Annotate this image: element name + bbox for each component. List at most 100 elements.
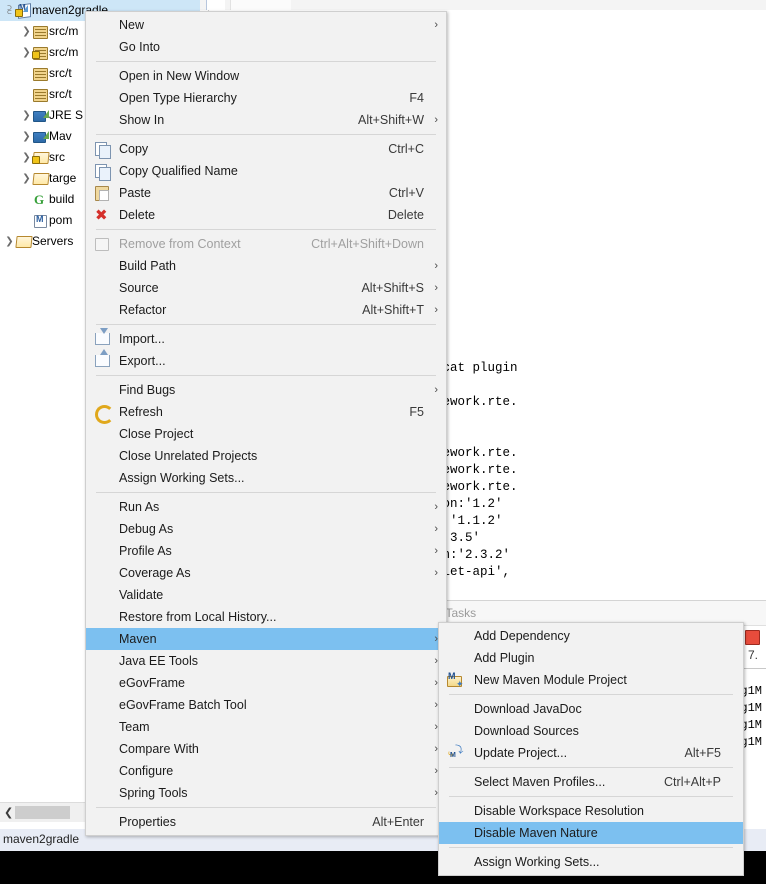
context-menu-item-open-type-hierarchy[interactable]: Open Type HierarchyF4: [86, 87, 446, 109]
context-menu-item-maven[interactable]: Maven›: [86, 628, 446, 650]
tree-item-label: JRE S: [49, 105, 83, 126]
maven-submenu-item-new-maven-module-project[interactable]: M✦New Maven Module Project: [439, 669, 743, 691]
context-menu-item-close-unrelated-projects[interactable]: Close Unrelated Projects: [86, 445, 446, 467]
context-menu-item-label: Refactor: [119, 303, 166, 317]
context-menu-item-export[interactable]: Export...: [86, 350, 446, 372]
context-menu-item-configure[interactable]: Configure›: [86, 760, 446, 782]
maven-submenu-item-select-maven-profiles[interactable]: Select Maven Profiles...Ctrl+Alt+P: [439, 771, 743, 793]
context-menu-item-label: Profile As: [119, 544, 172, 558]
chevron-right-icon[interactable]: ❯: [21, 147, 32, 168]
library-icon: [32, 126, 49, 147]
scrollbar-thumb[interactable]: [15, 806, 70, 819]
chevron-right-icon[interactable]: ❯: [4, 231, 15, 252]
context-menu-item-profile-as[interactable]: Profile As›: [86, 540, 446, 562]
maven-submenu-item-disable-maven-nature[interactable]: Disable Maven Nature: [439, 822, 743, 844]
context-menu-item-shortcut: Alt+Shift+W: [358, 109, 424, 131]
chevron-right-icon[interactable]: ❯: [21, 168, 32, 189]
source-folder-icon: [32, 63, 49, 84]
stop-icon[interactable]: [745, 630, 760, 645]
context-menu-item-copy-qualified-name[interactable]: Copy Qualified Name: [86, 160, 446, 182]
java-project-icon: M: [15, 0, 32, 21]
context-menu-item-label: Show In: [119, 113, 164, 127]
context-menu-item-egovframe-batch-tool[interactable]: eGovFrame Batch Tool›: [86, 694, 446, 716]
chevron-down-icon[interactable]: ⫔: [4, 0, 15, 21]
context-menu-item-restore-from-local-history[interactable]: Restore from Local History...: [86, 606, 446, 628]
context-menu-item-paste[interactable]: Paste Ctrl+V: [86, 182, 446, 204]
context-menu-item-remove-from-context[interactable]: Remove from ContextCtrl+Alt+Shift+Down: [86, 233, 446, 255]
context-menu-item-coverage-as[interactable]: Coverage As›: [86, 562, 446, 584]
context-menu-separator: [96, 324, 436, 325]
context-menu-separator: [96, 61, 436, 62]
context-menu-item-find-bugs[interactable]: Find Bugs›: [86, 379, 446, 401]
context-menu-item-spring-tools[interactable]: Spring Tools›: [86, 782, 446, 804]
editor-tab-active[interactable]: [206, 0, 225, 10]
context-menu-item-team[interactable]: Team›: [86, 716, 446, 738]
context-menu-item-show-in[interactable]: Show InAlt+Shift+W›: [86, 109, 446, 131]
context-menu-separator: [96, 807, 436, 808]
maven-submenu-item-download-sources[interactable]: Download Sources: [439, 720, 743, 742]
context-menu-item-new[interactable]: New›: [86, 14, 446, 36]
context-menu-item-label: Copy Qualified Name: [119, 164, 238, 178]
maven-submenu-item-update-project[interactable]: ⤷⤵MUpdate Project...Alt+F5: [439, 742, 743, 764]
context-menu-item-label: Maven: [119, 632, 157, 646]
context-menu-item-label: Export...: [119, 354, 166, 368]
chevron-right-icon: ›: [434, 255, 438, 277]
maven-submenu-item-label: Download Sources: [474, 724, 579, 738]
context-menu-item-label: Properties: [119, 815, 176, 829]
context-menu-item-label: Paste: [119, 186, 151, 200]
remove-from-context-icon: [94, 236, 110, 252]
context-menu-item-shortcut: Alt+Shift+S: [361, 277, 424, 299]
maven-submenu-item-label: Select Maven Profiles...: [474, 775, 605, 789]
project-context-menu[interactable]: New›Go Into Open in New WindowOpen Type H…: [85, 11, 447, 836]
context-menu-item-properties[interactable]: PropertiesAlt+Enter: [86, 811, 446, 833]
context-menu-item-egovframe[interactable]: eGovFrame›: [86, 672, 446, 694]
maven-submenu[interactable]: Add Dependency Add Plugin M✦New Maven Modu…: [438, 622, 744, 876]
context-menu-item-debug-as[interactable]: Debug As›: [86, 518, 446, 540]
maven-module-icon: M✦: [447, 672, 463, 688]
context-menu-item-validate[interactable]: Validate: [86, 584, 446, 606]
context-menu-item-copy[interactable]: CopyCtrl+C: [86, 138, 446, 160]
context-menu-item-shortcut: F5: [409, 401, 424, 423]
maven-submenu-item-label: Add Plugin: [474, 651, 534, 665]
context-menu-item-assign-working-sets[interactable]: Assign Working Sets...: [86, 467, 446, 489]
context-menu-item-open-in-new-window[interactable]: Open in New Window: [86, 65, 446, 87]
scroll-left-icon[interactable]: ❮: [4, 806, 13, 819]
maven-submenu-item-assign-working-sets[interactable]: Assign Working Sets...: [439, 851, 743, 873]
context-menu-item-source[interactable]: SourceAlt+Shift+S›: [86, 277, 446, 299]
paste-icon: [94, 185, 110, 201]
console-toolbar[interactable]: [745, 630, 760, 648]
maven-submenu-item-label: Download JavaDoc: [474, 702, 582, 716]
chevron-right-icon[interactable]: ❯: [21, 126, 32, 147]
context-menu-item-delete[interactable]: ✖DeleteDelete: [86, 204, 446, 226]
maven-submenu-item-download-javadoc[interactable]: Download JavaDoc: [439, 698, 743, 720]
context-menu-item-refactor[interactable]: Refactor Alt+Shift+T ›: [86, 299, 446, 321]
context-menu-item-label: Restore from Local History...: [119, 610, 276, 624]
chevron-right-icon[interactable]: ❯: [21, 21, 32, 42]
chevron-right-icon: ›: [434, 299, 438, 321]
pom-file-icon: [32, 210, 49, 231]
chevron-right-icon[interactable]: ❯: [21, 42, 32, 63]
context-menu-item-go-into[interactable]: Go Into: [86, 36, 446, 58]
chevron-right-icon[interactable]: ❯: [21, 105, 32, 126]
context-menu-item-run-as[interactable]: Run As›: [86, 496, 446, 518]
editor-tab-inactive[interactable]: [230, 0, 291, 10]
tree-item-label: src/t: [49, 84, 72, 105]
context-menu-item-shortcut: Ctrl+V: [389, 182, 424, 204]
maven-submenu-item-add-dependency[interactable]: Add Dependency: [439, 625, 743, 647]
tree-item-label: src/t: [49, 63, 72, 84]
context-menu-item-refresh[interactable]: RefreshF5: [86, 401, 446, 423]
maven-submenu-item-label: Disable Workspace Resolution: [474, 804, 644, 818]
context-menu-item-shortcut: Alt+Shift+T: [362, 299, 424, 321]
maven-submenu-item-disable-workspace-resolution[interactable]: Disable Workspace Resolution: [439, 800, 743, 822]
maven-submenu-separator: [449, 694, 733, 695]
context-menu-item-import[interactable]: Import...: [86, 328, 446, 350]
maven-submenu-item-label: Assign Working Sets...: [474, 855, 600, 869]
context-menu-item-java-ee-tools[interactable]: Java EE Tools›: [86, 650, 446, 672]
context-menu-item-build-path[interactable]: Build Path ›: [86, 255, 446, 277]
tree-item-label: src/m: [49, 21, 78, 42]
context-menu-item-compare-with[interactable]: Compare With›: [86, 738, 446, 760]
context-menu-item-close-project[interactable]: Close Project: [86, 423, 446, 445]
context-menu-item-label: Build Path: [119, 259, 176, 273]
maven-submenu-item-add-plugin[interactable]: Add Plugin: [439, 647, 743, 669]
tree-item-label: pom: [49, 210, 72, 231]
